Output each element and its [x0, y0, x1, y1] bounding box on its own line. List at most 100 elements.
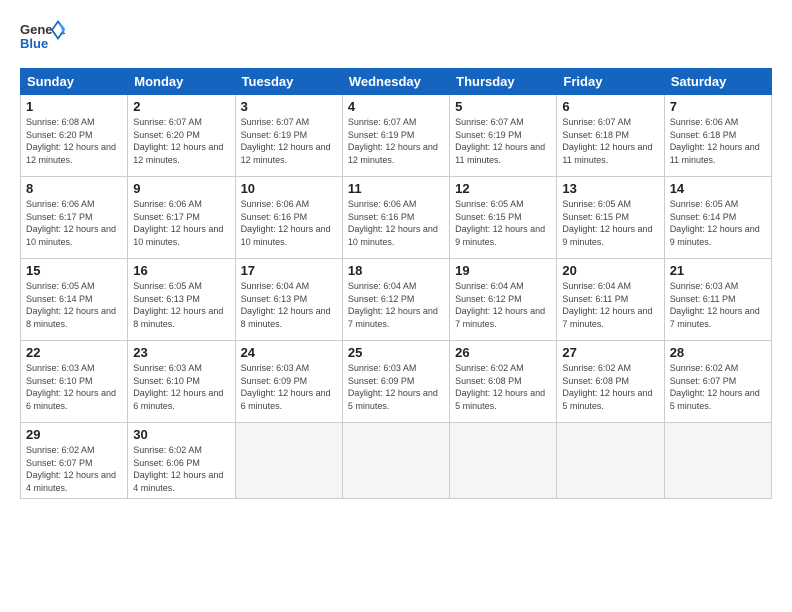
day-number: 21: [670, 263, 766, 278]
day-number: 26: [455, 345, 551, 360]
table-row: [450, 423, 557, 499]
table-row: 19 Sunrise: 6:04 AMSunset: 6:12 PMDaylig…: [450, 259, 557, 341]
day-number: 5: [455, 99, 551, 114]
day-number: 7: [670, 99, 766, 114]
day-number: 9: [133, 181, 229, 196]
logo-svg: General Blue: [20, 18, 65, 56]
day-number: 16: [133, 263, 229, 278]
day-info: Sunrise: 6:03 AMSunset: 6:09 PMDaylight:…: [348, 363, 438, 411]
day-info: Sunrise: 6:05 AMSunset: 6:13 PMDaylight:…: [133, 281, 223, 329]
table-row: 24 Sunrise: 6:03 AMSunset: 6:09 PMDaylig…: [235, 341, 342, 423]
table-row: 14 Sunrise: 6:05 AMSunset: 6:14 PMDaylig…: [664, 177, 771, 259]
table-row: 23 Sunrise: 6:03 AMSunset: 6:10 PMDaylig…: [128, 341, 235, 423]
table-row: 25 Sunrise: 6:03 AMSunset: 6:09 PMDaylig…: [342, 341, 449, 423]
calendar-header-row: Sunday Monday Tuesday Wednesday Thursday…: [21, 69, 772, 95]
table-row: 4 Sunrise: 6:07 AMSunset: 6:19 PMDayligh…: [342, 95, 449, 177]
day-info: Sunrise: 6:07 AMSunset: 6:19 PMDaylight:…: [455, 117, 545, 165]
day-info: Sunrise: 6:04 AMSunset: 6:12 PMDaylight:…: [455, 281, 545, 329]
table-row: 2 Sunrise: 6:07 AMSunset: 6:20 PMDayligh…: [128, 95, 235, 177]
day-number: 10: [241, 181, 337, 196]
table-row: [557, 423, 664, 499]
day-number: 8: [26, 181, 122, 196]
header: General Blue: [20, 18, 772, 56]
table-row: 8 Sunrise: 6:06 AMSunset: 6:17 PMDayligh…: [21, 177, 128, 259]
day-number: 6: [562, 99, 658, 114]
day-info: Sunrise: 6:05 AMSunset: 6:14 PMDaylight:…: [26, 281, 116, 329]
table-row: [235, 423, 342, 499]
col-friday: Friday: [557, 69, 664, 95]
day-info: Sunrise: 6:07 AMSunset: 6:18 PMDaylight:…: [562, 117, 652, 165]
calendar-week-row: 8 Sunrise: 6:06 AMSunset: 6:17 PMDayligh…: [21, 177, 772, 259]
day-number: 15: [26, 263, 122, 278]
day-info: Sunrise: 6:07 AMSunset: 6:19 PMDaylight:…: [241, 117, 331, 165]
day-number: 27: [562, 345, 658, 360]
table-row: [342, 423, 449, 499]
table-row: 30 Sunrise: 6:02 AMSunset: 6:06 PMDaylig…: [128, 423, 235, 499]
table-row: 20 Sunrise: 6:04 AMSunset: 6:11 PMDaylig…: [557, 259, 664, 341]
table-row: 16 Sunrise: 6:05 AMSunset: 6:13 PMDaylig…: [128, 259, 235, 341]
day-number: 1: [26, 99, 122, 114]
table-row: 22 Sunrise: 6:03 AMSunset: 6:10 PMDaylig…: [21, 341, 128, 423]
day-info: Sunrise: 6:03 AMSunset: 6:10 PMDaylight:…: [133, 363, 223, 411]
logo: General Blue: [20, 18, 65, 56]
day-info: Sunrise: 6:05 AMSunset: 6:14 PMDaylight:…: [670, 199, 760, 247]
col-tuesday: Tuesday: [235, 69, 342, 95]
col-saturday: Saturday: [664, 69, 771, 95]
col-thursday: Thursday: [450, 69, 557, 95]
table-row: 21 Sunrise: 6:03 AMSunset: 6:11 PMDaylig…: [664, 259, 771, 341]
table-row: 13 Sunrise: 6:05 AMSunset: 6:15 PMDaylig…: [557, 177, 664, 259]
day-number: 13: [562, 181, 658, 196]
table-row: 5 Sunrise: 6:07 AMSunset: 6:19 PMDayligh…: [450, 95, 557, 177]
day-number: 23: [133, 345, 229, 360]
calendar-week-row: 22 Sunrise: 6:03 AMSunset: 6:10 PMDaylig…: [21, 341, 772, 423]
day-number: 18: [348, 263, 444, 278]
day-info: Sunrise: 6:02 AMSunset: 6:08 PMDaylight:…: [562, 363, 652, 411]
table-row: 11 Sunrise: 6:06 AMSunset: 6:16 PMDaylig…: [342, 177, 449, 259]
day-info: Sunrise: 6:07 AMSunset: 6:20 PMDaylight:…: [133, 117, 223, 165]
table-row: 7 Sunrise: 6:06 AMSunset: 6:18 PMDayligh…: [664, 95, 771, 177]
day-info: Sunrise: 6:03 AMSunset: 6:11 PMDaylight:…: [670, 281, 760, 329]
table-row: 3 Sunrise: 6:07 AMSunset: 6:19 PMDayligh…: [235, 95, 342, 177]
day-info: Sunrise: 6:03 AMSunset: 6:09 PMDaylight:…: [241, 363, 331, 411]
table-row: 26 Sunrise: 6:02 AMSunset: 6:08 PMDaylig…: [450, 341, 557, 423]
day-number: 20: [562, 263, 658, 278]
table-row: 28 Sunrise: 6:02 AMSunset: 6:07 PMDaylig…: [664, 341, 771, 423]
day-info: Sunrise: 6:06 AMSunset: 6:16 PMDaylight:…: [348, 199, 438, 247]
day-info: Sunrise: 6:03 AMSunset: 6:10 PMDaylight:…: [26, 363, 116, 411]
day-info: Sunrise: 6:06 AMSunset: 6:18 PMDaylight:…: [670, 117, 760, 165]
day-info: Sunrise: 6:05 AMSunset: 6:15 PMDaylight:…: [562, 199, 652, 247]
calendar-week-row: 1 Sunrise: 6:08 AMSunset: 6:20 PMDayligh…: [21, 95, 772, 177]
table-row: 10 Sunrise: 6:06 AMSunset: 6:16 PMDaylig…: [235, 177, 342, 259]
day-number: 19: [455, 263, 551, 278]
svg-text:Blue: Blue: [20, 36, 48, 51]
day-number: 17: [241, 263, 337, 278]
day-number: 11: [348, 181, 444, 196]
table-row: 6 Sunrise: 6:07 AMSunset: 6:18 PMDayligh…: [557, 95, 664, 177]
table-row: 29 Sunrise: 6:02 AMSunset: 6:07 PMDaylig…: [21, 423, 128, 499]
day-number: 24: [241, 345, 337, 360]
table-row: 15 Sunrise: 6:05 AMSunset: 6:14 PMDaylig…: [21, 259, 128, 341]
day-number: 4: [348, 99, 444, 114]
day-info: Sunrise: 6:08 AMSunset: 6:20 PMDaylight:…: [26, 117, 116, 165]
day-number: 25: [348, 345, 444, 360]
table-row: 18 Sunrise: 6:04 AMSunset: 6:12 PMDaylig…: [342, 259, 449, 341]
calendar-week-row: 15 Sunrise: 6:05 AMSunset: 6:14 PMDaylig…: [21, 259, 772, 341]
page: General Blue Sunday Monday Tuesday Wedne…: [0, 0, 792, 509]
day-number: 12: [455, 181, 551, 196]
table-row: [664, 423, 771, 499]
table-row: 9 Sunrise: 6:06 AMSunset: 6:17 PMDayligh…: [128, 177, 235, 259]
day-number: 2: [133, 99, 229, 114]
day-info: Sunrise: 6:04 AMSunset: 6:12 PMDaylight:…: [348, 281, 438, 329]
day-info: Sunrise: 6:07 AMSunset: 6:19 PMDaylight:…: [348, 117, 438, 165]
day-info: Sunrise: 6:06 AMSunset: 6:17 PMDaylight:…: [133, 199, 223, 247]
table-row: 27 Sunrise: 6:02 AMSunset: 6:08 PMDaylig…: [557, 341, 664, 423]
day-info: Sunrise: 6:05 AMSunset: 6:15 PMDaylight:…: [455, 199, 545, 247]
day-number: 28: [670, 345, 766, 360]
table-row: 12 Sunrise: 6:05 AMSunset: 6:15 PMDaylig…: [450, 177, 557, 259]
table-row: 1 Sunrise: 6:08 AMSunset: 6:20 PMDayligh…: [21, 95, 128, 177]
calendar-week-row: 29 Sunrise: 6:02 AMSunset: 6:07 PMDaylig…: [21, 423, 772, 499]
day-info: Sunrise: 6:02 AMSunset: 6:07 PMDaylight:…: [670, 363, 760, 411]
day-number: 22: [26, 345, 122, 360]
col-sunday: Sunday: [21, 69, 128, 95]
day-number: 29: [26, 427, 122, 442]
